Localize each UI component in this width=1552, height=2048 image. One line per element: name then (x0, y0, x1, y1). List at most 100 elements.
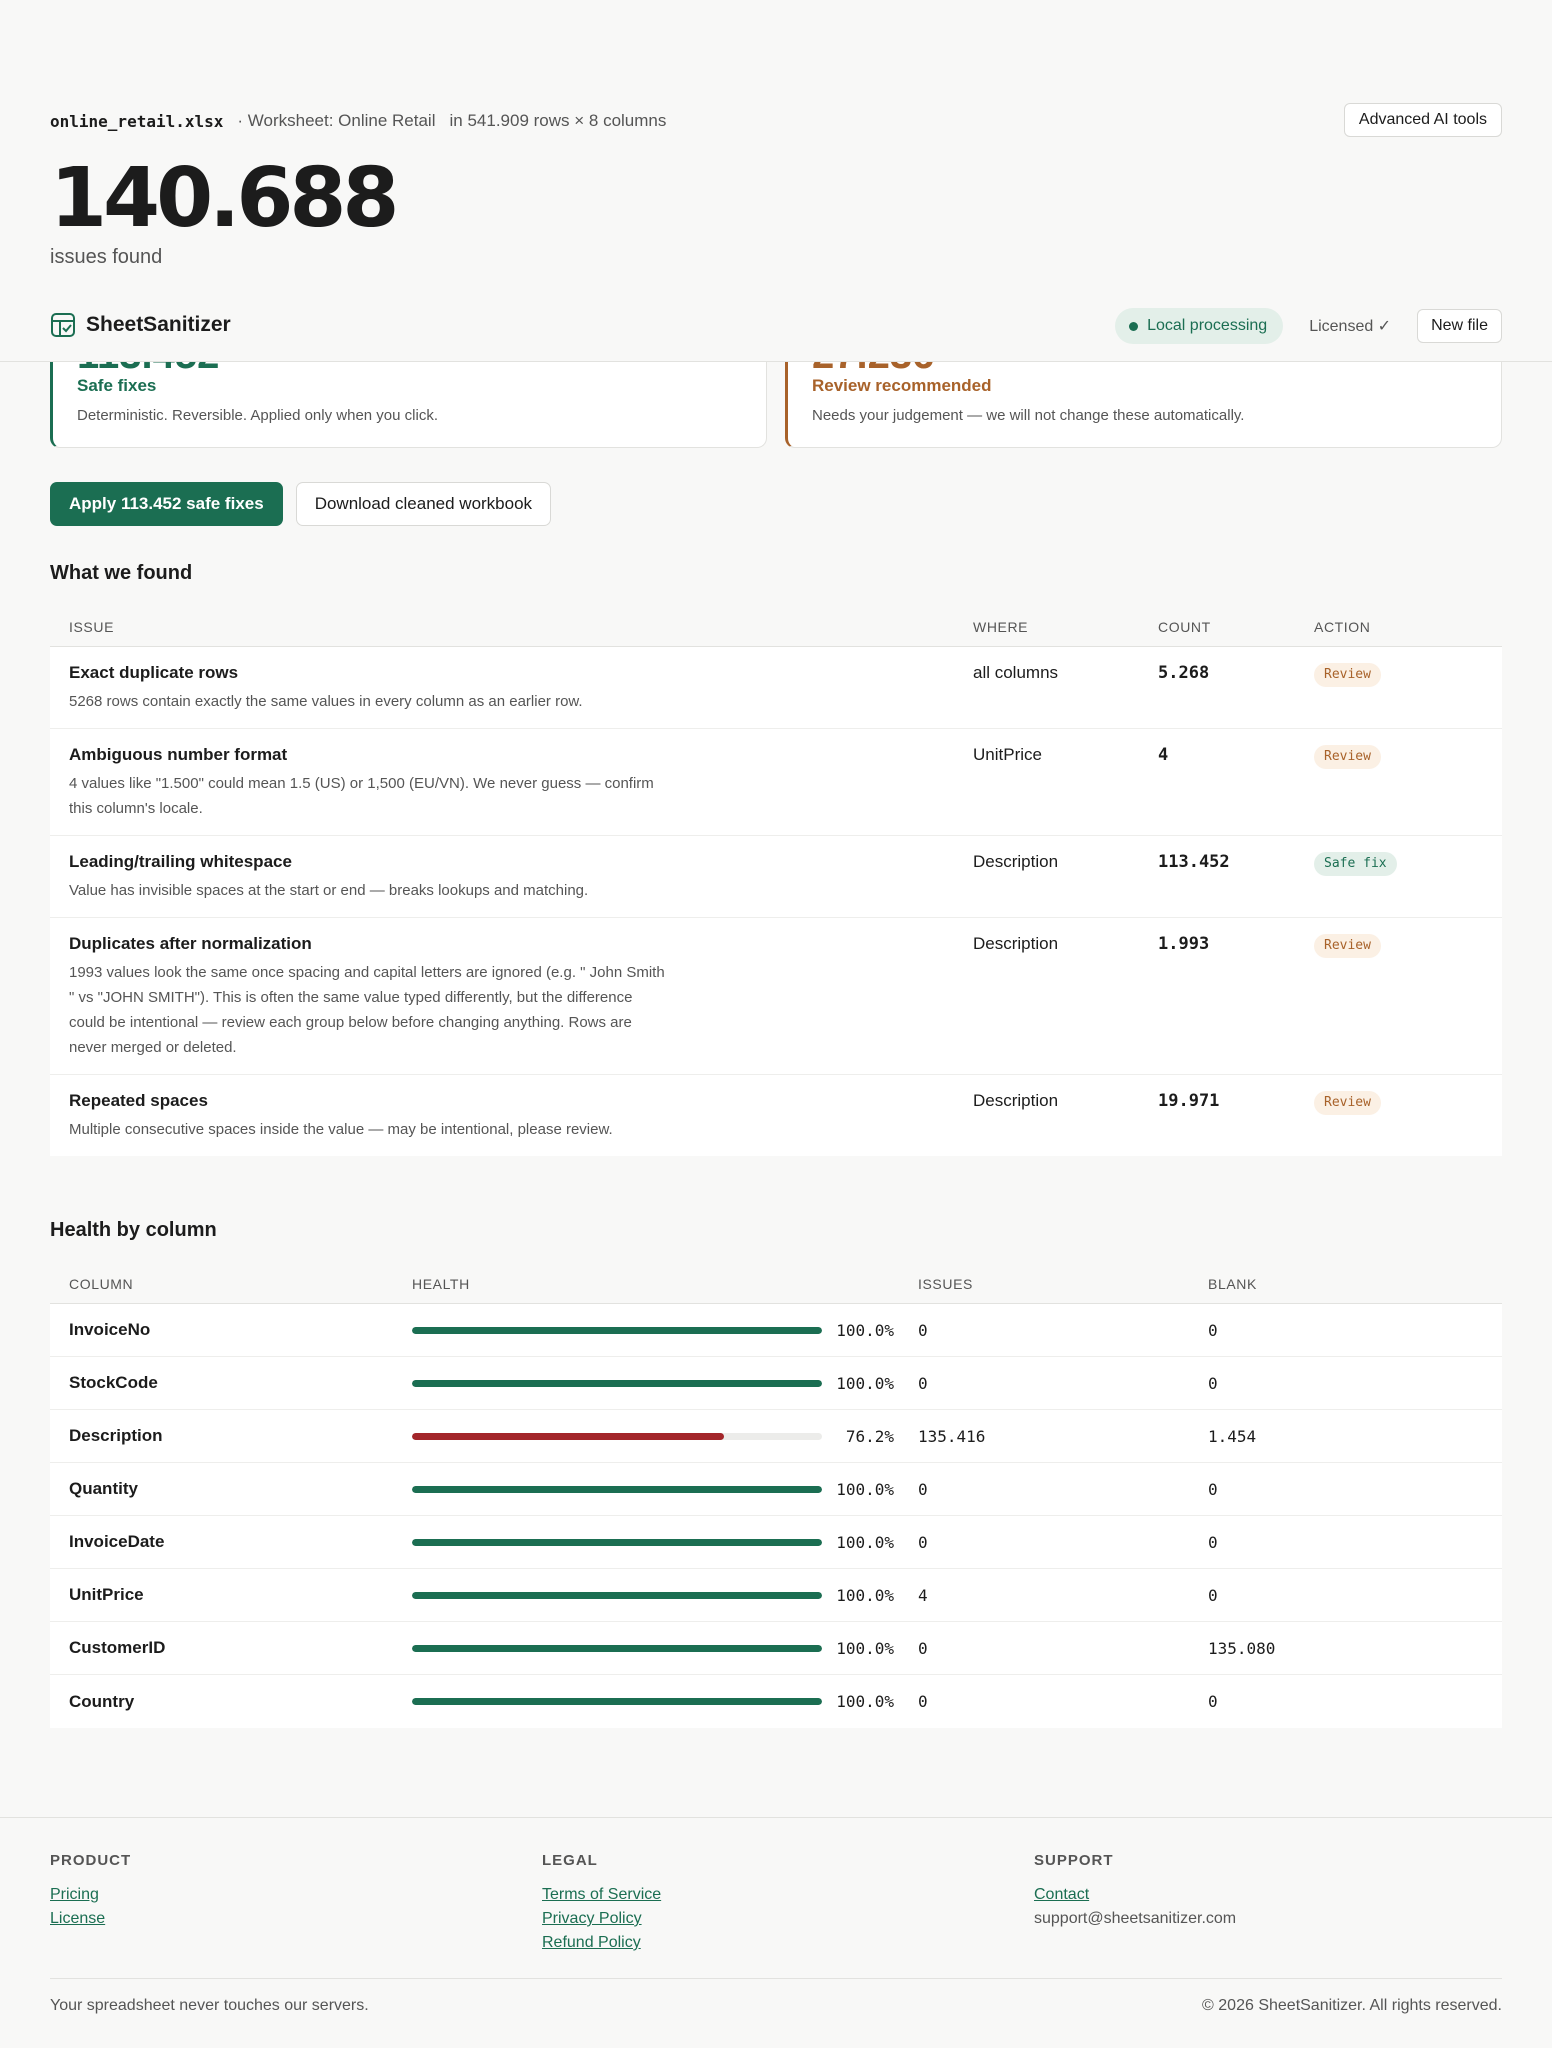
table-row[interactable]: InvoiceDate 100.0% 0 0 (50, 1516, 1502, 1569)
health-bar-fill (412, 1326, 822, 1334)
header-blank: BLANK (1208, 1275, 1257, 1292)
footer-copyright: © 2026 SheetSanitizer. All rights reserv… (1202, 1997, 1502, 2014)
issues-section-title: What we found (50, 562, 193, 584)
new-file-button[interactable]: New file (1417, 309, 1502, 343)
footer-legal: LEGAL Terms of Service Privacy Policy Re… (542, 1852, 1034, 1955)
footer-tagline: Your spreadsheet never touches our serve… (50, 1997, 369, 2014)
health-bar-fill (412, 1485, 822, 1493)
column-name: Quantity (69, 1479, 138, 1498)
table-row[interactable]: Ambiguous number format 4 values like "1.… (50, 729, 1502, 836)
column-name: StockCode (69, 1373, 158, 1392)
action-badge[interactable]: Review (1314, 1091, 1381, 1115)
health-bar-fill (412, 1698, 822, 1705)
table-row[interactable]: CustomerID 100.0% 0 135.080 (50, 1622, 1502, 1675)
issue-description: 5268 rows contain exactly the same value… (69, 693, 583, 710)
table-row[interactable]: Repeated spaces Multiple consecutive spac… (50, 1075, 1502, 1156)
column-issues: 0 (918, 1479, 928, 1499)
issue-count: 5.268 (1158, 663, 1210, 683)
column-issues: 0 (918, 1532, 928, 1552)
footer-product: PRODUCT Pricing License (50, 1852, 542, 1955)
footer-legal-heading: LEGAL (542, 1852, 598, 1869)
column-blank: 0 (1208, 1479, 1218, 1499)
status-dot-icon (1129, 321, 1139, 331)
header-action: ACTION (1314, 618, 1371, 635)
brand[interactable]: SheetSanitizer (50, 312, 231, 338)
table-row[interactable]: Country 100.0% 0 0 (50, 1675, 1502, 1728)
health-bar (412, 1432, 822, 1440)
footer: PRODUCT Pricing License LEGAL Terms of S… (0, 1817, 1552, 2048)
issue-description: Value has invisible spaces at the start … (69, 882, 589, 899)
health-bar (412, 1538, 822, 1546)
health-bar (412, 1591, 822, 1599)
column-issues: 4 (918, 1585, 928, 1605)
footer-link-terms[interactable]: Terms of Service (542, 1883, 1034, 1907)
issue-title: Leading/trailing whitespace (69, 852, 292, 871)
health-bar (412, 1326, 822, 1334)
health-bar-fill (412, 1379, 822, 1387)
issue-where: UnitPrice (973, 745, 1042, 764)
table-row[interactable]: UnitPrice 100.0% 4 0 (50, 1569, 1502, 1622)
issues-section: What we found ISSUE WHERE COUNT ACTION E… (50, 562, 1502, 1156)
issues-table-header: ISSUE WHERE COUNT ACTION (50, 607, 1502, 647)
column-issues: 0 (918, 1320, 928, 1340)
action-badge[interactable]: Review (1314, 745, 1381, 769)
action-badge[interactable]: Review (1314, 663, 1381, 687)
apply-safe-fixes-button[interactable]: Apply 113.452 safe fixes (50, 482, 283, 526)
issues-table-body: Exact duplicate rows 5268 rows contain ex… (50, 647, 1502, 1156)
health-bar-fill (412, 1591, 822, 1599)
health-percent: 100.0% (836, 1532, 894, 1552)
action-badge[interactable]: Review (1314, 934, 1381, 958)
footer-link-privacy[interactable]: Privacy Policy (542, 1907, 1034, 1931)
header-column: COLUMN (69, 1275, 134, 1292)
header-health: HEALTH (412, 1275, 470, 1292)
footer-link-license[interactable]: License (50, 1907, 542, 1931)
issue-title: Ambiguous number format (69, 745, 288, 764)
table-row[interactable]: Quantity 100.0% 0 0 (50, 1463, 1502, 1516)
issue-where: Description (973, 934, 1059, 953)
local-processing-label: Local processing (1147, 317, 1268, 334)
health-bar (412, 1379, 822, 1387)
download-cleaned-button[interactable]: Download cleaned workbook (295, 482, 552, 526)
issue-count: 1.993 (1158, 934, 1210, 954)
issue-title: Duplicates after normalization (69, 934, 312, 953)
footer-link-pricing[interactable]: Pricing (50, 1883, 542, 1907)
file-dimensions: in 541.909 rows × 8 columns (449, 111, 667, 130)
issue-count: 19.971 (1158, 1091, 1220, 1111)
license-status[interactable]: Licensed ✓ (1297, 316, 1403, 336)
column-blank: 135.080 (1208, 1638, 1276, 1658)
action-badge[interactable]: Safe fix (1314, 852, 1397, 876)
table-row[interactable]: StockCode 100.0% 0 0 (50, 1357, 1502, 1410)
health-percent: 100.0% (836, 1638, 894, 1658)
footer-support: SUPPORT Contact support@sheetsanitizer.c… (1034, 1852, 1526, 1955)
issue-description: 4 values like "1.500" could mean 1.5 (US… (69, 775, 654, 817)
footer-support-heading: SUPPORT (1034, 1852, 1114, 1869)
health-bar-fill (412, 1644, 822, 1652)
action-buttons: Apply 113.452 safe fixes Download cleane… (50, 482, 1502, 526)
column-blank: 0 (1208, 1373, 1218, 1393)
table-row[interactable]: Leading/trailing whitespace Value has inv… (50, 836, 1502, 918)
sheet-logo-icon (51, 313, 75, 337)
health-section-title: Health by column (50, 1219, 217, 1241)
footer-link-contact[interactable]: Contact (1034, 1883, 1526, 1907)
footer-product-heading: PRODUCT (50, 1852, 132, 1869)
column-name: InvoiceNo (69, 1320, 151, 1339)
table-row[interactable]: Description 76.2% 135.416 1.454 (50, 1410, 1502, 1463)
review-description: Needs your judgement — we will not chang… (812, 407, 1245, 424)
column-blank: 0 (1208, 1692, 1218, 1711)
health-table: COLUMN HEALTH ISSUES BLANK InvoiceNo 100… (50, 1264, 1502, 1728)
file-name: online_retail.xlsx (50, 111, 224, 131)
issue-count: 4 (1158, 745, 1169, 765)
column-name: UnitPrice (69, 1585, 144, 1604)
issues-table: ISSUE WHERE COUNT ACTION Exact duplicate… (50, 607, 1502, 1156)
table-row[interactable]: InvoiceNo 100.0% 0 0 (50, 1304, 1502, 1357)
advanced-ai-tools-button[interactable]: Advanced AI tools (1343, 103, 1502, 137)
footer-link-refund[interactable]: Refund Policy (542, 1931, 1034, 1955)
column-blank: 1.454 (1208, 1426, 1257, 1446)
column-blank: 0 (1208, 1532, 1218, 1552)
column-name: Country (69, 1691, 135, 1711)
health-percent: 100.0% (836, 1373, 894, 1393)
column-issues: 0 (918, 1373, 928, 1393)
health-bar-fill (412, 1432, 725, 1440)
table-row[interactable]: Exact duplicate rows 5268 rows contain ex… (50, 647, 1502, 729)
table-row[interactable]: Duplicates after normalization 1993 value… (50, 918, 1502, 1075)
